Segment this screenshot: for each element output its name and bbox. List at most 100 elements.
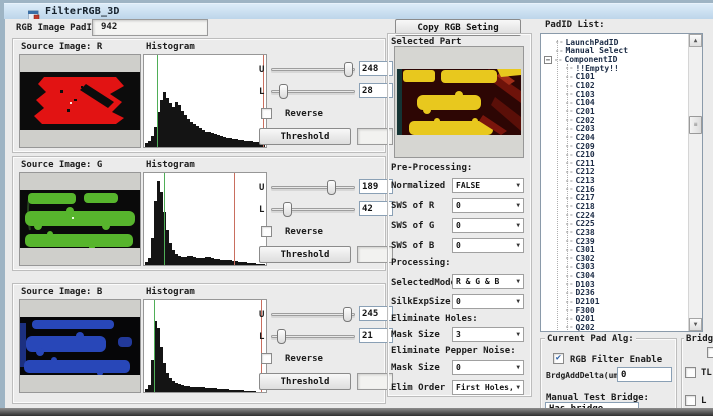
tree-connector: --	[565, 315, 573, 323]
selected-mode-combo[interactable]: R & G & B▼	[452, 274, 524, 289]
threshold-button-b[interactable]: Threshold	[259, 373, 351, 390]
tree-item[interactable]: --C238	[541, 228, 687, 237]
tree-item[interactable]: --C304	[541, 271, 687, 280]
collapse-icon[interactable]: −	[544, 56, 552, 64]
tree-connector: --	[565, 194, 573, 202]
tree-item-label: F300	[575, 306, 594, 315]
bridge-checkbox-partial[interactable]	[707, 347, 713, 358]
silk-exp-combo[interactable]: 0▼	[452, 294, 524, 309]
tree-item[interactable]: --!!Empty!!	[541, 64, 687, 73]
normalized-combo[interactable]: FALSE▼	[452, 178, 524, 193]
tree-item-label: C211	[575, 159, 594, 168]
tree-connector: --	[565, 246, 573, 254]
tree-item[interactable]: --C202	[541, 116, 687, 125]
tree-scrollbar[interactable]: ▲ ≡ ▼	[688, 34, 702, 331]
elim-order-combo[interactable]: First Holes,▼	[452, 380, 524, 395]
rgb-filter-enable-checkbox[interactable]: ✔	[553, 353, 564, 364]
tree-item[interactable]: --C201	[541, 107, 687, 116]
scrollbar-thumb[interactable]: ≡	[689, 116, 702, 134]
sws-b-combo[interactable]: 0▼	[452, 238, 524, 253]
slider-track	[271, 68, 355, 71]
u-label: U	[259, 183, 264, 193]
tree-item[interactable]: --C216	[541, 185, 687, 194]
tree-item[interactable]: --C301	[541, 245, 687, 254]
l-slider-g[interactable]	[271, 201, 355, 218]
tree-item[interactable]: --D2101	[541, 297, 687, 306]
tree-item[interactable]: --C212	[541, 168, 687, 177]
tree-item-label: C239	[575, 237, 594, 246]
tree-connector: --	[565, 254, 573, 262]
tree-item[interactable]: --C213	[541, 176, 687, 185]
u-slider-r[interactable]	[271, 61, 355, 78]
tree-item[interactable]: --C209	[541, 142, 687, 151]
tree-item[interactable]: --C239	[541, 237, 687, 246]
l-slider-b[interactable]	[271, 328, 355, 345]
title-bar[interactable]: FilterRGB_3D	[4, 3, 713, 19]
tree-item-label: C217	[575, 193, 594, 202]
tree-item[interactable]: --C211	[541, 159, 687, 168]
tree-item[interactable]: --Q201	[541, 315, 687, 324]
tree-item-label: !!Empty!!	[575, 64, 618, 73]
tree-connector: --	[565, 90, 573, 98]
channel-group-g: Source Image: G Histogram U	[12, 156, 386, 271]
tree-connector: --	[565, 133, 573, 141]
slider-thumb[interactable]	[327, 180, 336, 195]
bridge-delta-input[interactable]	[617, 367, 672, 382]
channel-group-r: Source Image: R Histogram U	[12, 38, 386, 153]
reverse-checkbox-g[interactable]	[261, 226, 272, 237]
tree-connector: --	[565, 220, 573, 228]
tree-item[interactable]: --C203	[541, 124, 687, 133]
tree-connector: --	[565, 107, 573, 115]
tree-connector: --	[565, 211, 573, 219]
reverse-checkbox-b[interactable]	[261, 353, 272, 364]
tree-item[interactable]: --Q202	[541, 323, 687, 332]
mask-size-1-combo[interactable]: 3▼	[452, 327, 524, 342]
tree-item-label: C202	[575, 116, 594, 125]
histogram-b-lower-marker	[154, 300, 155, 392]
sws-r-combo[interactable]: 0▼	[452, 198, 524, 213]
tree-item[interactable]: --D103	[541, 280, 687, 289]
chevron-down-icon: ▼	[516, 202, 520, 209]
tree-item[interactable]: --C204	[541, 133, 687, 142]
tree-item[interactable]: --C218	[541, 202, 687, 211]
l-checkbox[interactable]	[685, 395, 696, 406]
scroll-up-icon[interactable]: ▲	[689, 34, 702, 47]
histogram-r-label: Histogram	[146, 42, 195, 52]
tree-item[interactable]: --D236	[541, 289, 687, 298]
threshold-button-g[interactable]: Threshold	[259, 246, 351, 263]
threshold-button-r[interactable]: Threshold	[259, 128, 351, 145]
tree-item[interactable]: --Manual Select	[541, 47, 687, 56]
u-slider-b[interactable]	[271, 306, 355, 323]
reverse-checkbox-r[interactable]	[261, 108, 272, 119]
slider-thumb[interactable]	[343, 307, 352, 322]
tree-item[interactable]: --F300	[541, 306, 687, 315]
tree-item[interactable]: --C217	[541, 194, 687, 203]
tree-item[interactable]: --C210	[541, 150, 687, 159]
bridge-title: Bridge	[684, 334, 713, 344]
tree-item[interactable]: --C224	[541, 211, 687, 220]
slider-thumb[interactable]	[283, 202, 292, 217]
tree-item-label: C238	[575, 228, 594, 237]
pre-processing-title: Pre-Processing:	[391, 163, 472, 173]
source-image-r	[19, 54, 141, 148]
tree-item[interactable]: --C302	[541, 254, 687, 263]
mask-size-2-combo[interactable]: 0▼	[452, 360, 524, 375]
tree-item[interactable]: --LaunchPadID	[541, 38, 687, 47]
scroll-down-icon[interactable]: ▼	[689, 318, 702, 331]
chevron-down-icon: ▼	[516, 364, 520, 371]
tl-checkbox[interactable]	[685, 367, 696, 378]
tree-item[interactable]: −--ComponentID	[541, 55, 687, 64]
slider-thumb[interactable]	[279, 84, 288, 99]
tree-item[interactable]: --C104	[541, 98, 687, 107]
u-label: U	[259, 310, 264, 320]
tree-item[interactable]: --C102	[541, 81, 687, 90]
slider-thumb[interactable]	[277, 329, 286, 344]
slider-thumb[interactable]	[344, 62, 353, 77]
l-slider-r[interactable]	[271, 83, 355, 100]
u-slider-g[interactable]	[271, 179, 355, 196]
tree-item[interactable]: --C101	[541, 73, 687, 82]
tree-item[interactable]: --C303	[541, 263, 687, 272]
sws-g-combo[interactable]: 0▼	[452, 218, 524, 233]
tree-item[interactable]: --C225	[541, 219, 687, 228]
tree-item[interactable]: --C103	[541, 90, 687, 99]
